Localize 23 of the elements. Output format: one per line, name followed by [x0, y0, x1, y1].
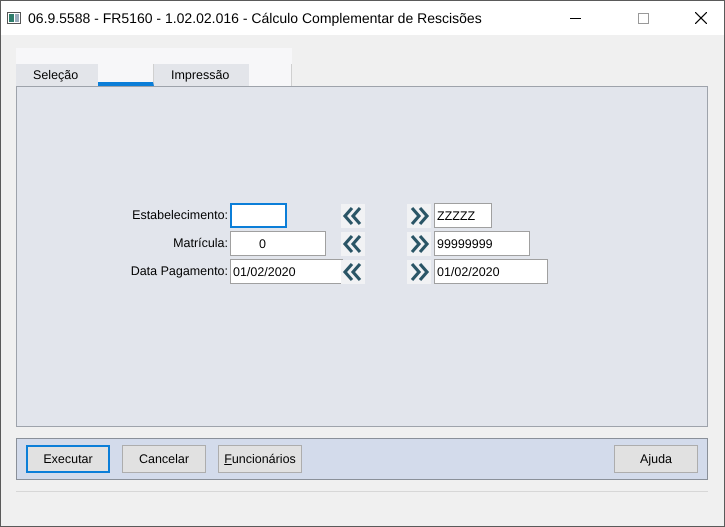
action-button[interactable]: Executar	[26, 445, 110, 473]
action-button[interactable]: Funcionários	[218, 445, 302, 473]
field-label: Estabelecimento:	[131, 207, 228, 224]
field-label: Matrícula:	[172, 235, 228, 252]
action-button[interactable]: Cancelar	[122, 445, 206, 473]
double-chevron-right-icon[interactable]	[407, 204, 431, 228]
input-field[interactable]: 01/02/2020	[230, 259, 343, 284]
app-icon	[7, 12, 21, 24]
input-field[interactable]: 0	[230, 231, 326, 256]
maximize-icon[interactable]	[638, 12, 648, 24]
double-chevron-right-icon[interactable]	[407, 260, 431, 284]
input-field[interactable]	[230, 203, 287, 228]
field-label: Data Pagamento:	[130, 263, 228, 280]
double-chevron-left-icon[interactable]	[341, 232, 365, 256]
double-chevron-left-icon[interactable]	[341, 204, 365, 228]
input-field[interactable]: 01/02/2020	[434, 259, 548, 284]
double-chevron-left-icon[interactable]	[341, 260, 365, 284]
double-chevron-right-icon[interactable]	[407, 232, 431, 256]
input-field[interactable]: ZZZZZ	[434, 203, 492, 228]
input-field[interactable]: 99999999	[434, 231, 530, 256]
window-title: 06.9.5588 - FR5160 - 1.02.02.016 - Cálculo Complementar de Rescisões	[28, 8, 482, 28]
close-icon[interactable]	[695, 12, 707, 24]
help-button[interactable]: Ajuda	[614, 445, 698, 473]
